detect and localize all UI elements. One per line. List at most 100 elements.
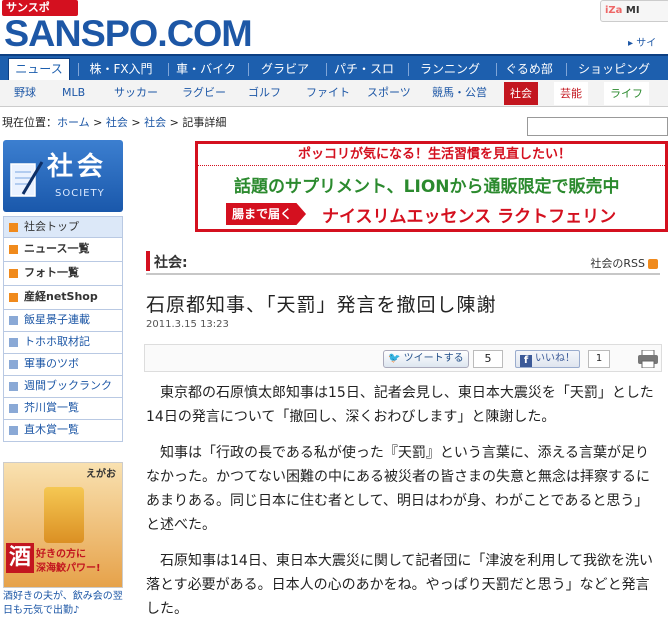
sub-nav-item[interactable]: ファイト: [306, 85, 350, 101]
sidebar-item-label: 週間ブックランク: [24, 379, 112, 392]
sidebar-item-label: 飯星景子連載: [24, 313, 90, 326]
sidebar-item-label: フォト一覧: [24, 266, 79, 279]
breadcrumb: 現在位置：ホーム > 社会 > 社会 > 記事詳細: [2, 114, 226, 130]
ad-kanji: 酒: [6, 543, 34, 573]
sidebar-item[interactable]: 直木賞一覧: [3, 420, 123, 442]
sub-nav-item[interactable]: MLB: [62, 85, 85, 101]
iza-link[interactable]: iZa MI: [600, 0, 668, 22]
banner-product: ナイスリムエッセンス ラクトフェリン: [322, 207, 617, 227]
main-nav-item[interactable]: 車・バイク: [170, 59, 242, 80]
sidebar-item[interactable]: 産経netShop: [3, 286, 123, 310]
sidebar-item[interactable]: 軍事のツボ: [3, 354, 123, 376]
sidebar-menu: 社会トップ ニュース一覧 フォト一覧 産経netShop 飯星景子連載 トホホ取…: [3, 216, 123, 442]
main-nav-divider: [408, 63, 409, 76]
facebook-icon: f: [520, 355, 532, 367]
breadcrumb-current: 記事詳細: [182, 116, 227, 129]
sub-nav-item[interactable]: スポーツ: [367, 85, 411, 101]
breadcrumb-prefix: 現在位置：: [2, 116, 57, 129]
banner-headline: ポッコリが気になる！生活習慣を見直したい！: [198, 144, 665, 166]
bullet-icon: [9, 316, 18, 325]
bullet-icon: [9, 223, 18, 232]
main-nav-divider: [496, 63, 497, 76]
sub-nav-item[interactable]: 野球: [14, 85, 36, 101]
main-nav-item[interactable]: ニュース: [8, 58, 70, 81]
sub-nav-item-entertainment[interactable]: 芸能: [554, 82, 588, 105]
section-hero[interactable]: 社会 SOCIETY: [3, 140, 123, 212]
main-nav-divider: [326, 63, 327, 76]
sidebar-ad[interactable]: えがお 酒 好きの方に 深海鮫パワー!: [3, 462, 123, 588]
sidebar-item[interactable]: フォト一覧: [3, 262, 123, 286]
article-date: 2011.3.15 13:23: [146, 319, 229, 330]
sub-nav-item-social[interactable]: 社会: [504, 82, 538, 105]
sub-nav-item[interactable]: サッカー: [114, 85, 158, 101]
sidebar-item-label: 直木賞一覧: [24, 423, 79, 436]
main-nav-divider: [566, 63, 567, 76]
banner-arrow-tag: 腸まで届く: [226, 203, 307, 225]
tweet-button[interactable]: 🐦 ツイートする: [383, 350, 469, 368]
tweet-count: 5: [473, 350, 503, 368]
sidebar-item[interactable]: 週間ブックランク: [3, 376, 123, 398]
sidebar-item[interactable]: トホホ取材記: [3, 332, 123, 354]
site-search-label: サイ: [636, 38, 657, 49]
section-title: 社会:: [154, 255, 188, 271]
sidebar-item[interactable]: 社会トップ: [3, 216, 123, 238]
bullet-icon: [9, 293, 18, 302]
search-input[interactable]: [527, 117, 668, 136]
sub-nav-item-life[interactable]: ライフ: [604, 82, 649, 105]
article-paragraph: 知事は「行政の長である私が使った『天罰』という言葉に、添える言葉が足りなかった。…: [146, 445, 650, 533]
sidebar-item[interactable]: ニュース一覧: [3, 238, 123, 262]
sidebar-ad-caption[interactable]: 酒好きの夫が、飲み会の翌日も元気で出勤♪: [3, 590, 127, 618]
sidebar-item[interactable]: 飯星景子連載: [3, 310, 123, 332]
article-headline: 石原都知事、「天罰」発言を撤回し陳謝: [146, 294, 497, 316]
sidebar-item-label: 軍事のツボ: [24, 357, 79, 370]
bullet-icon: [9, 338, 18, 347]
like-button[interactable]: f いいね！: [515, 350, 580, 368]
rss-label: 社会のRSS: [590, 257, 645, 270]
rss-link[interactable]: 社会のRSS: [590, 255, 658, 271]
banner-tagline: 話題のサプリメント、LIONから通販限定で販売中: [234, 177, 620, 197]
breadcrumb-link[interactable]: ホーム: [57, 116, 90, 129]
breadcrumb-link[interactable]: 社会: [106, 116, 128, 129]
breadcrumb-separator: >: [166, 116, 183, 129]
bullet-icon: [9, 426, 18, 435]
main-nav-item[interactable]: グラビア: [250, 59, 320, 80]
print-icon[interactable]: [637, 350, 659, 368]
main-nav-item[interactable]: パチ・スロ: [328, 59, 400, 80]
main-nav-item[interactable]: 株・FX入門: [80, 59, 162, 80]
share-bar: 🐦 ツイートする 5 f いいね！ 1: [144, 344, 662, 372]
article-body: 東京都の石原慎太郎知事は15日、記者会見し、東日本大震災を「天罰」とした14日の…: [146, 381, 662, 622]
ad-line: 好きの方に: [36, 549, 86, 560]
iza-suffix: MI: [625, 5, 640, 16]
site-logo[interactable]: SANSPO.COM: [4, 12, 253, 56]
rss-icon: [648, 259, 658, 269]
main-nav-divider: [78, 63, 79, 76]
main-nav-divider: [248, 63, 249, 76]
breadcrumb-separator: >: [127, 116, 145, 129]
twitter-bird-icon: 🐦: [388, 353, 401, 364]
section-header: 社会: 社会のRSS: [146, 249, 660, 275]
breadcrumb-link[interactable]: 社会: [144, 116, 166, 129]
article-paragraph: 東京都の石原慎太郎知事は15日、記者会見し、東日本大震災を「天罰」とした14日の…: [146, 385, 654, 425]
site-search-link[interactable]: ▸ サイ: [628, 34, 656, 49]
section-accent: [146, 251, 150, 271]
main-nav-divider: [168, 63, 169, 76]
sub-nav-item[interactable]: ゴルフ: [248, 85, 281, 101]
sub-nav-item[interactable]: ラグビー: [182, 85, 226, 101]
main-nav-item[interactable]: ショッピング: [568, 59, 660, 80]
banner-ad[interactable]: ポッコリが気になる！生活習慣を見直したい！ 話題のサプリメント、LIONから通販…: [195, 141, 668, 232]
breadcrumb-separator: >: [89, 116, 106, 129]
sidebar-item-label: 芥川賞一覧: [24, 401, 79, 414]
sidebar-item[interactable]: 芥川賞一覧: [3, 398, 123, 420]
main-nav-item[interactable]: ぐるめ部: [498, 59, 560, 80]
sidebar-item-label: トホホ取材記: [24, 335, 90, 348]
main-nav: ニュース 株・FX入門 車・バイク グラビア パチ・スロ ランニング ぐるめ部 …: [0, 54, 668, 81]
ad-line: 深海鮫パワー!: [36, 563, 101, 574]
sub-nav-item[interactable]: 競馬・公営: [432, 85, 487, 101]
sidebar-item-label: 産経netShop: [24, 290, 98, 303]
beer-glass-image: [44, 487, 84, 543]
bullet-icon: [9, 404, 18, 413]
like-count: 1: [588, 350, 610, 368]
tweet-label: ツイートする: [403, 353, 464, 364]
bullet-icon: [9, 360, 18, 369]
main-nav-item[interactable]: ランニング: [410, 59, 490, 80]
